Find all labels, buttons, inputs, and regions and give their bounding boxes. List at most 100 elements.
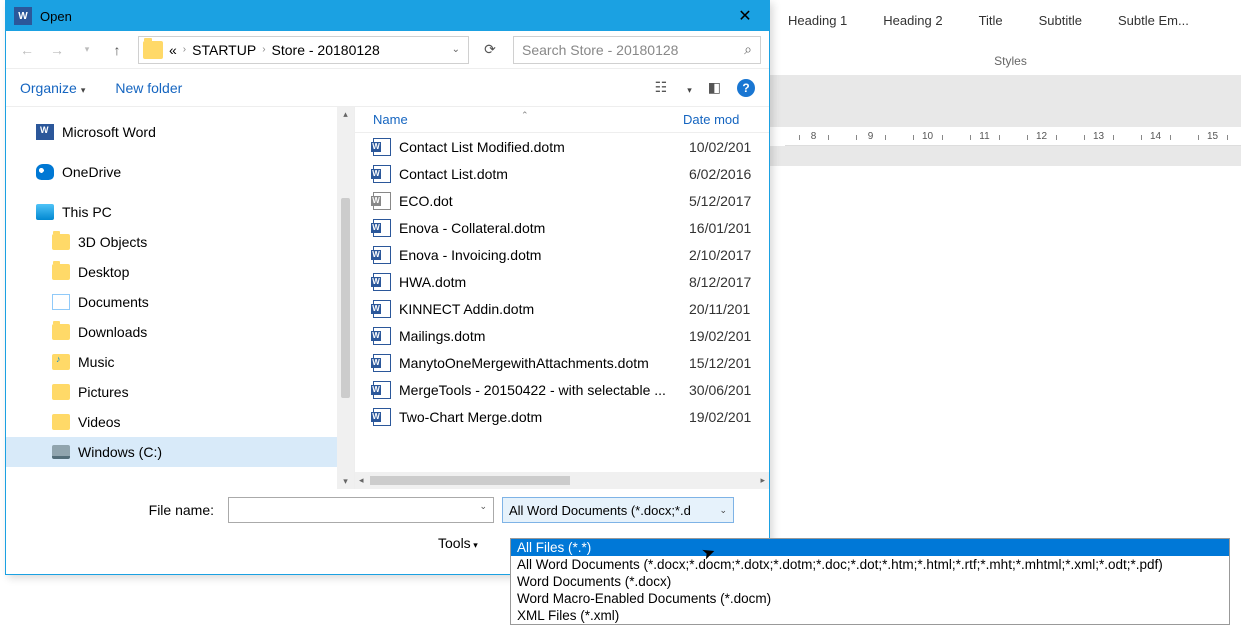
tree-item-documents[interactable]: Documents bbox=[6, 287, 354, 317]
scroll-left-icon[interactable]: ◂ bbox=[355, 475, 368, 486]
chevron-right-icon[interactable]: › bbox=[183, 44, 186, 55]
crumb-store[interactable]: Store - 20180128 bbox=[272, 42, 380, 58]
help-button[interactable]: ? bbox=[737, 79, 755, 97]
filter-option[interactable]: Word Macro-Enabled Documents (*.docm) bbox=[511, 590, 1229, 607]
file-name: MergeTools - 20150422 - with selectable … bbox=[399, 382, 689, 398]
file-name: Contact List Modified.dotm bbox=[399, 139, 689, 155]
file-row[interactable]: Mailings.dotm19/02/201 bbox=[355, 322, 769, 349]
file-row[interactable]: HWA.dotm8/12/2017 bbox=[355, 268, 769, 295]
file-row[interactable]: ECO.dot5/12/2017 bbox=[355, 187, 769, 214]
file-date: 6/02/2016 bbox=[689, 166, 751, 182]
organize-menu[interactable]: Organize bbox=[20, 80, 85, 96]
chevron-down-icon: ⌄ bbox=[719, 505, 727, 516]
tree-item-videos[interactable]: Videos bbox=[6, 407, 354, 437]
new-folder-button[interactable]: New folder bbox=[115, 80, 182, 96]
style-title[interactable]: Title bbox=[961, 13, 1021, 28]
tree-item-windows-c-[interactable]: Windows (C:) bbox=[6, 437, 354, 467]
search-icon[interactable]: ⌕ bbox=[744, 41, 752, 58]
horizontal-ruler[interactable]: 8 9 10 11 12 13 14 15 bbox=[785, 128, 1241, 146]
scroll-up-icon[interactable]: ▴ bbox=[343, 107, 348, 122]
back-button[interactable]: ← bbox=[14, 37, 40, 63]
tree-item-music[interactable]: Music bbox=[6, 347, 354, 377]
style-subtitle[interactable]: Subtitle bbox=[1021, 13, 1100, 28]
tree-item-downloads[interactable]: Downloads bbox=[6, 317, 354, 347]
scroll-thumb[interactable] bbox=[341, 198, 350, 398]
crumb-startup[interactable]: STARTUP bbox=[192, 42, 256, 58]
folder-icon bbox=[52, 264, 70, 280]
filter-option[interactable]: All Files (*.*) bbox=[511, 539, 1229, 556]
tree-item-label: Pictures bbox=[78, 384, 129, 400]
style-heading2[interactable]: Heading 2 bbox=[865, 13, 960, 28]
column-date[interactable]: Date mod bbox=[683, 112, 739, 127]
file-row[interactable]: KINNECT Addin.dotm20/11/201 bbox=[355, 295, 769, 322]
file-date: 15/12/201 bbox=[689, 355, 751, 371]
ruler-mark: 13 bbox=[1070, 131, 1127, 142]
nav-tree[interactable]: Microsoft WordOneDriveThis PC3D ObjectsD… bbox=[6, 107, 354, 489]
filter-label: All Word Documents (*.docx;*.d bbox=[509, 503, 691, 518]
search-placeholder: Search Store - 20180128 bbox=[522, 42, 678, 58]
file-name: ECO.dot bbox=[399, 193, 689, 209]
scroll-right-icon[interactable]: ▸ bbox=[756, 475, 769, 486]
file-name: KINNECT Addin.dotm bbox=[399, 301, 689, 317]
word-icon bbox=[36, 124, 54, 140]
filename-history-dropdown[interactable]: ⌄ bbox=[473, 498, 493, 515]
horizontal-scrollbar[interactable]: ◂ ▸ bbox=[355, 472, 769, 489]
word-doc-icon bbox=[373, 354, 391, 372]
view-dropdown[interactable] bbox=[683, 80, 692, 96]
command-bar: Organize New folder ☷ ◧ ? bbox=[6, 69, 769, 107]
close-button[interactable]: ✕ bbox=[725, 6, 765, 26]
file-row[interactable]: ManytoOneMergewithAttachments.dotm15/12/… bbox=[355, 349, 769, 376]
word-styles-gallery: Heading 1 Heading 2 Title Subtitle Subtl… bbox=[770, 0, 1241, 40]
view-mode-button[interactable]: ☷ bbox=[655, 79, 668, 96]
word-doc-icon bbox=[373, 246, 391, 264]
dialog-title: Open bbox=[40, 9, 72, 24]
filetype-filter[interactable]: All Word Documents (*.docx;*.d ⌄ bbox=[502, 497, 734, 523]
filter-option[interactable]: All Word Documents (*.docx;*.docm;*.dotx… bbox=[511, 556, 1229, 573]
style-subtle-em[interactable]: Subtle Em... bbox=[1100, 13, 1207, 28]
tree-item-label: This PC bbox=[62, 204, 112, 220]
tree-item-desktop[interactable]: Desktop bbox=[6, 257, 354, 287]
word-doc-icon bbox=[373, 408, 391, 426]
file-list[interactable]: Contact List Modified.dotm10/02/201Conta… bbox=[355, 133, 769, 430]
address-history-dropdown[interactable]: ⌄ bbox=[446, 44, 466, 55]
pc-icon bbox=[36, 204, 54, 220]
file-row[interactable]: Enova - Collateral.dotm16/01/201 bbox=[355, 214, 769, 241]
refresh-button[interactable]: ⟳ bbox=[477, 37, 503, 63]
file-row[interactable]: Contact List Modified.dotm10/02/201 bbox=[355, 133, 769, 160]
folder-icon bbox=[52, 234, 70, 250]
sidebar-scrollbar[interactable]: ▴▾ bbox=[337, 107, 354, 489]
file-date: 10/02/201 bbox=[689, 139, 751, 155]
file-name: Enova - Invoicing.dotm bbox=[399, 247, 689, 263]
file-name: Two-Chart Merge.dotm bbox=[399, 409, 689, 425]
style-heading1[interactable]: Heading 1 bbox=[770, 13, 865, 28]
chevron-right-icon[interactable]: › bbox=[262, 44, 265, 55]
search-input[interactable]: Search Store - 20180128 ⌕ bbox=[513, 36, 761, 64]
filter-option[interactable]: XML Files (*.xml) bbox=[511, 607, 1229, 624]
scroll-thumb[interactable] bbox=[370, 476, 570, 485]
file-date: 2/10/2017 bbox=[689, 247, 751, 263]
tree-item-3d-objects[interactable]: 3D Objects bbox=[6, 227, 354, 257]
filter-option[interactable]: Word Documents (*.docx) bbox=[511, 573, 1229, 590]
file-row[interactable]: Enova - Invoicing.dotm2/10/2017 bbox=[355, 241, 769, 268]
file-row[interactable]: Contact List.dotm6/02/2016 bbox=[355, 160, 769, 187]
word-doc-icon bbox=[373, 138, 391, 156]
file-row[interactable]: Two-Chart Merge.dotm19/02/201 bbox=[355, 403, 769, 430]
dialog-titlebar[interactable]: Open ✕ bbox=[6, 1, 769, 31]
preview-pane-button[interactable]: ◧ bbox=[708, 79, 721, 96]
address-bar[interactable]: « › STARTUP › Store - 20180128 ⌄ bbox=[138, 36, 469, 64]
column-name[interactable]: Name bbox=[373, 112, 683, 127]
crumb-ellipsis[interactable]: « bbox=[169, 42, 177, 58]
scroll-down-icon[interactable]: ▾ bbox=[343, 474, 348, 489]
ruler-mark: 9 bbox=[842, 131, 899, 142]
file-row[interactable]: MergeTools - 20150422 - with selectable … bbox=[355, 376, 769, 403]
filetype-dropdown[interactable]: All Files (*.*)All Word Documents (*.doc… bbox=[510, 538, 1230, 625]
tools-menu[interactable]: Tools bbox=[438, 535, 478, 551]
tree-item-microsoft-word[interactable]: Microsoft Word bbox=[6, 117, 354, 147]
filename-input[interactable]: ⌄ bbox=[228, 497, 494, 523]
up-button[interactable]: ↑ bbox=[104, 37, 130, 63]
recent-dropdown[interactable]: ▾ bbox=[74, 37, 100, 63]
tree-item-this-pc[interactable]: This PC bbox=[6, 197, 354, 227]
column-headers[interactable]: Name Date mod bbox=[355, 107, 769, 133]
tree-item-onedrive[interactable]: OneDrive bbox=[6, 157, 354, 187]
tree-item-pictures[interactable]: Pictures bbox=[6, 377, 354, 407]
